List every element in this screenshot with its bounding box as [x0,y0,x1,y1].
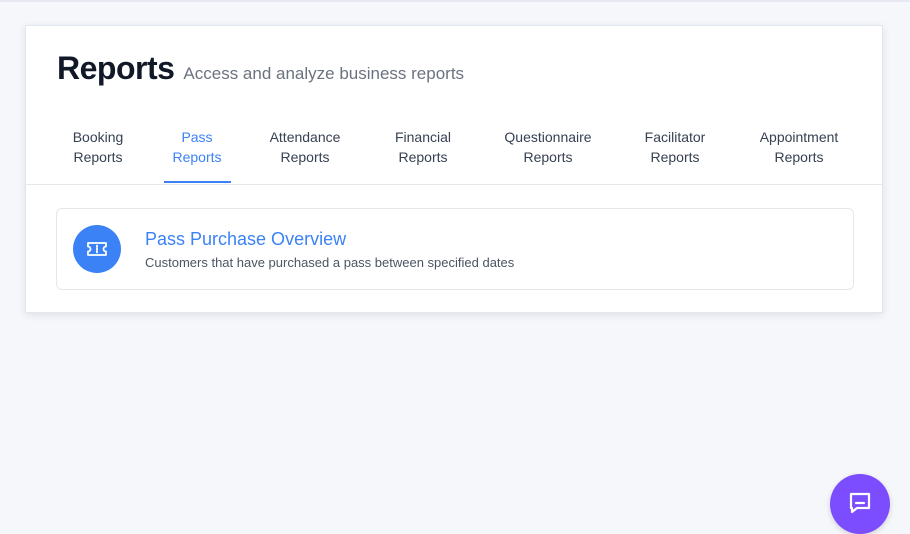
tab-appointment-reports[interactable]: Appointment Reports [760,127,839,167]
reports-card: Reports Access and analyze business repo… [25,25,883,313]
page-header: Reports Access and analyze business repo… [57,50,464,87]
tab-label-line2: Reports [523,149,573,165]
tab-booking-reports[interactable]: Booking Reports [73,127,124,167]
top-divider [0,0,910,2]
tab-label-line1: Appointment [759,129,839,145]
tab-pass-reports[interactable]: Pass Reports [172,127,221,167]
tab-attendance-reports[interactable]: Attendance Reports [270,127,341,167]
tab-label-line1: Attendance [269,129,341,145]
tab-label-line2: Reports [280,149,330,165]
ticket-icon [73,225,121,273]
tab-label-line1: Financial [394,129,452,145]
tab-label-line2: Reports [172,149,222,165]
chat-icon [849,492,871,514]
chat-button[interactable] [830,474,890,534]
report-item-pass-purchase-overview[interactable]: Pass Purchase Overview Customers that ha… [56,208,854,290]
tab-facilitator-reports[interactable]: Facilitator Reports [645,127,706,167]
tab-label-line1: Questionnaire [504,129,592,145]
page-subtitle: Access and analyze business reports [183,64,465,83]
tab-label-line2: Reports [774,149,824,165]
tab-label-line2: Reports [398,149,448,165]
tab-label-line2: Reports [650,149,700,165]
tab-financial-reports[interactable]: Financial Reports [395,127,451,167]
report-tabs: Booking Reports Pass Reports Attendance … [26,124,882,185]
report-description: Customers that have purchased a pass bet… [145,255,515,270]
tab-label-line2: Reports [73,149,123,165]
tab-questionnaire-reports[interactable]: Questionnaire Reports [504,127,591,167]
report-title[interactable]: Pass Purchase Overview [145,229,346,250]
tab-label-line1: Booking [72,129,124,145]
tab-label-line1: Facilitator [644,129,706,145]
active-tab-indicator [164,181,231,183]
tab-label-line1: Pass [181,129,213,145]
page-title: Reports [57,50,175,86]
